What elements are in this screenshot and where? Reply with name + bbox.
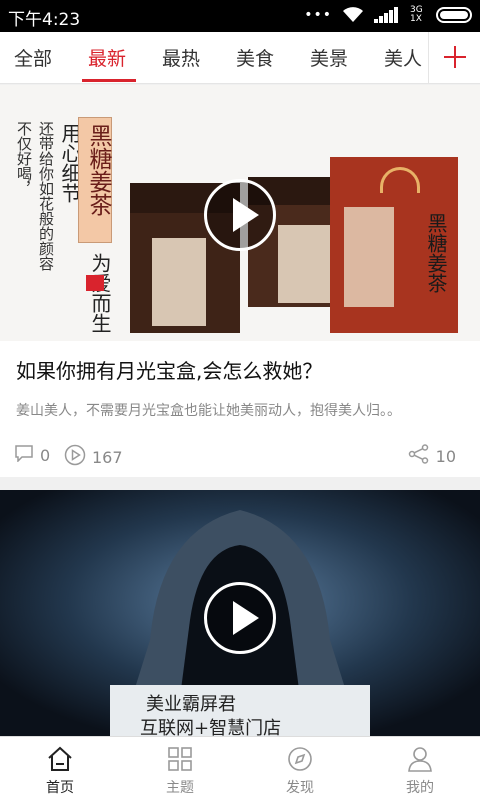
product-name-text: 黑糖姜茶 <box>85 124 111 216</box>
nav-home-label: 首页 <box>46 780 74 796</box>
laptop-text-1: 美业霸屏君 <box>146 694 236 715</box>
feed-description: 姜山美人，不需要月光宝盒也能让她美丽动人，抱得美人归。。 <box>16 403 401 419</box>
notification-dots-icon: ••• <box>304 7 332 23</box>
comment-stat[interactable]: 0 <box>14 444 50 466</box>
tab-hottest[interactable]: 最热 <box>162 44 200 71</box>
tagline-text-1: 不仅好喝， <box>15 121 33 196</box>
category-tabs: 全部 最新 最热 美食 美景 美人 <box>0 32 480 84</box>
tab-all[interactable]: 全部 <box>14 44 52 71</box>
grid-icon <box>168 747 192 771</box>
feed-card[interactable]: 美业霸屏君 互联网+智慧门店 <box>0 490 480 736</box>
comment-count: 0 <box>40 445 51 465</box>
user-icon <box>408 747 432 772</box>
tab-scenery[interactable]: 美景 <box>310 44 348 71</box>
tagline-text-2: 还带给你如花般的颜容 <box>37 121 55 271</box>
battery-icon <box>436 7 472 23</box>
tab-beauty[interactable]: 美人 <box>384 44 422 71</box>
comment-icon <box>14 444 34 466</box>
bottom-navigation: 首页 主题 发现 我的 <box>0 736 480 800</box>
gift-icon <box>86 275 104 291</box>
nav-discover-label: 发现 <box>286 780 314 796</box>
play-stat: 167 <box>64 444 123 470</box>
status-bar: 下午4:23 ••• 3G 1X <box>0 0 480 32</box>
nav-topics-label: 主题 <box>166 780 194 796</box>
nav-discover[interactable]: 发现 <box>240 737 360 800</box>
share-stat[interactable]: 10 <box>408 444 456 468</box>
wifi-icon <box>342 6 364 24</box>
nav-topics[interactable]: 主题 <box>120 737 240 800</box>
product-label-box: 黑糖姜茶 <box>78 117 112 243</box>
tab-latest[interactable]: 最新 <box>88 44 126 71</box>
network-type-label: 3G 1X <box>410 5 423 24</box>
play-count: 167 <box>92 447 123 467</box>
nav-home[interactable]: 首页 <box>0 737 120 800</box>
feed-stats: 0 167 10 <box>0 440 480 470</box>
home-icon <box>48 746 72 771</box>
share-icon <box>408 444 430 468</box>
play-button[interactable] <box>204 179 276 251</box>
nav-profile[interactable]: 我的 <box>360 737 480 800</box>
status-time: 下午4:23 <box>8 10 81 30</box>
compass-icon <box>288 747 312 771</box>
slogan-text-2: 为爱而生 <box>88 253 112 333</box>
bag-product-text: 黑糖姜茶 <box>424 213 448 293</box>
signal-icon <box>374 7 400 23</box>
feed-title[interactable]: 如果你拥有月光宝盒,会怎么救她？ <box>16 355 322 384</box>
video-thumbnail[interactable]: 不仅好喝， 还带给你如花般的颜容 用心细节 黑糖姜茶 为爱而生 黑糖姜茶 <box>0 85 480 341</box>
active-tab-indicator <box>82 79 136 82</box>
play-count-icon <box>64 444 86 470</box>
tab-food[interactable]: 美食 <box>236 44 274 71</box>
add-category-button[interactable] <box>428 32 480 83</box>
share-count: 10 <box>435 446 456 466</box>
nav-profile-label: 我的 <box>406 780 434 796</box>
play-button[interactable] <box>204 582 276 654</box>
laptop-text-2: 互联网+智慧门店 <box>140 718 282 736</box>
gift-bag: 黑糖姜茶 <box>330 157 458 333</box>
feed-card[interactable]: 不仅好喝， 还带给你如花般的颜容 用心细节 黑糖姜茶 为爱而生 黑糖姜茶 如果你… <box>0 85 480 477</box>
